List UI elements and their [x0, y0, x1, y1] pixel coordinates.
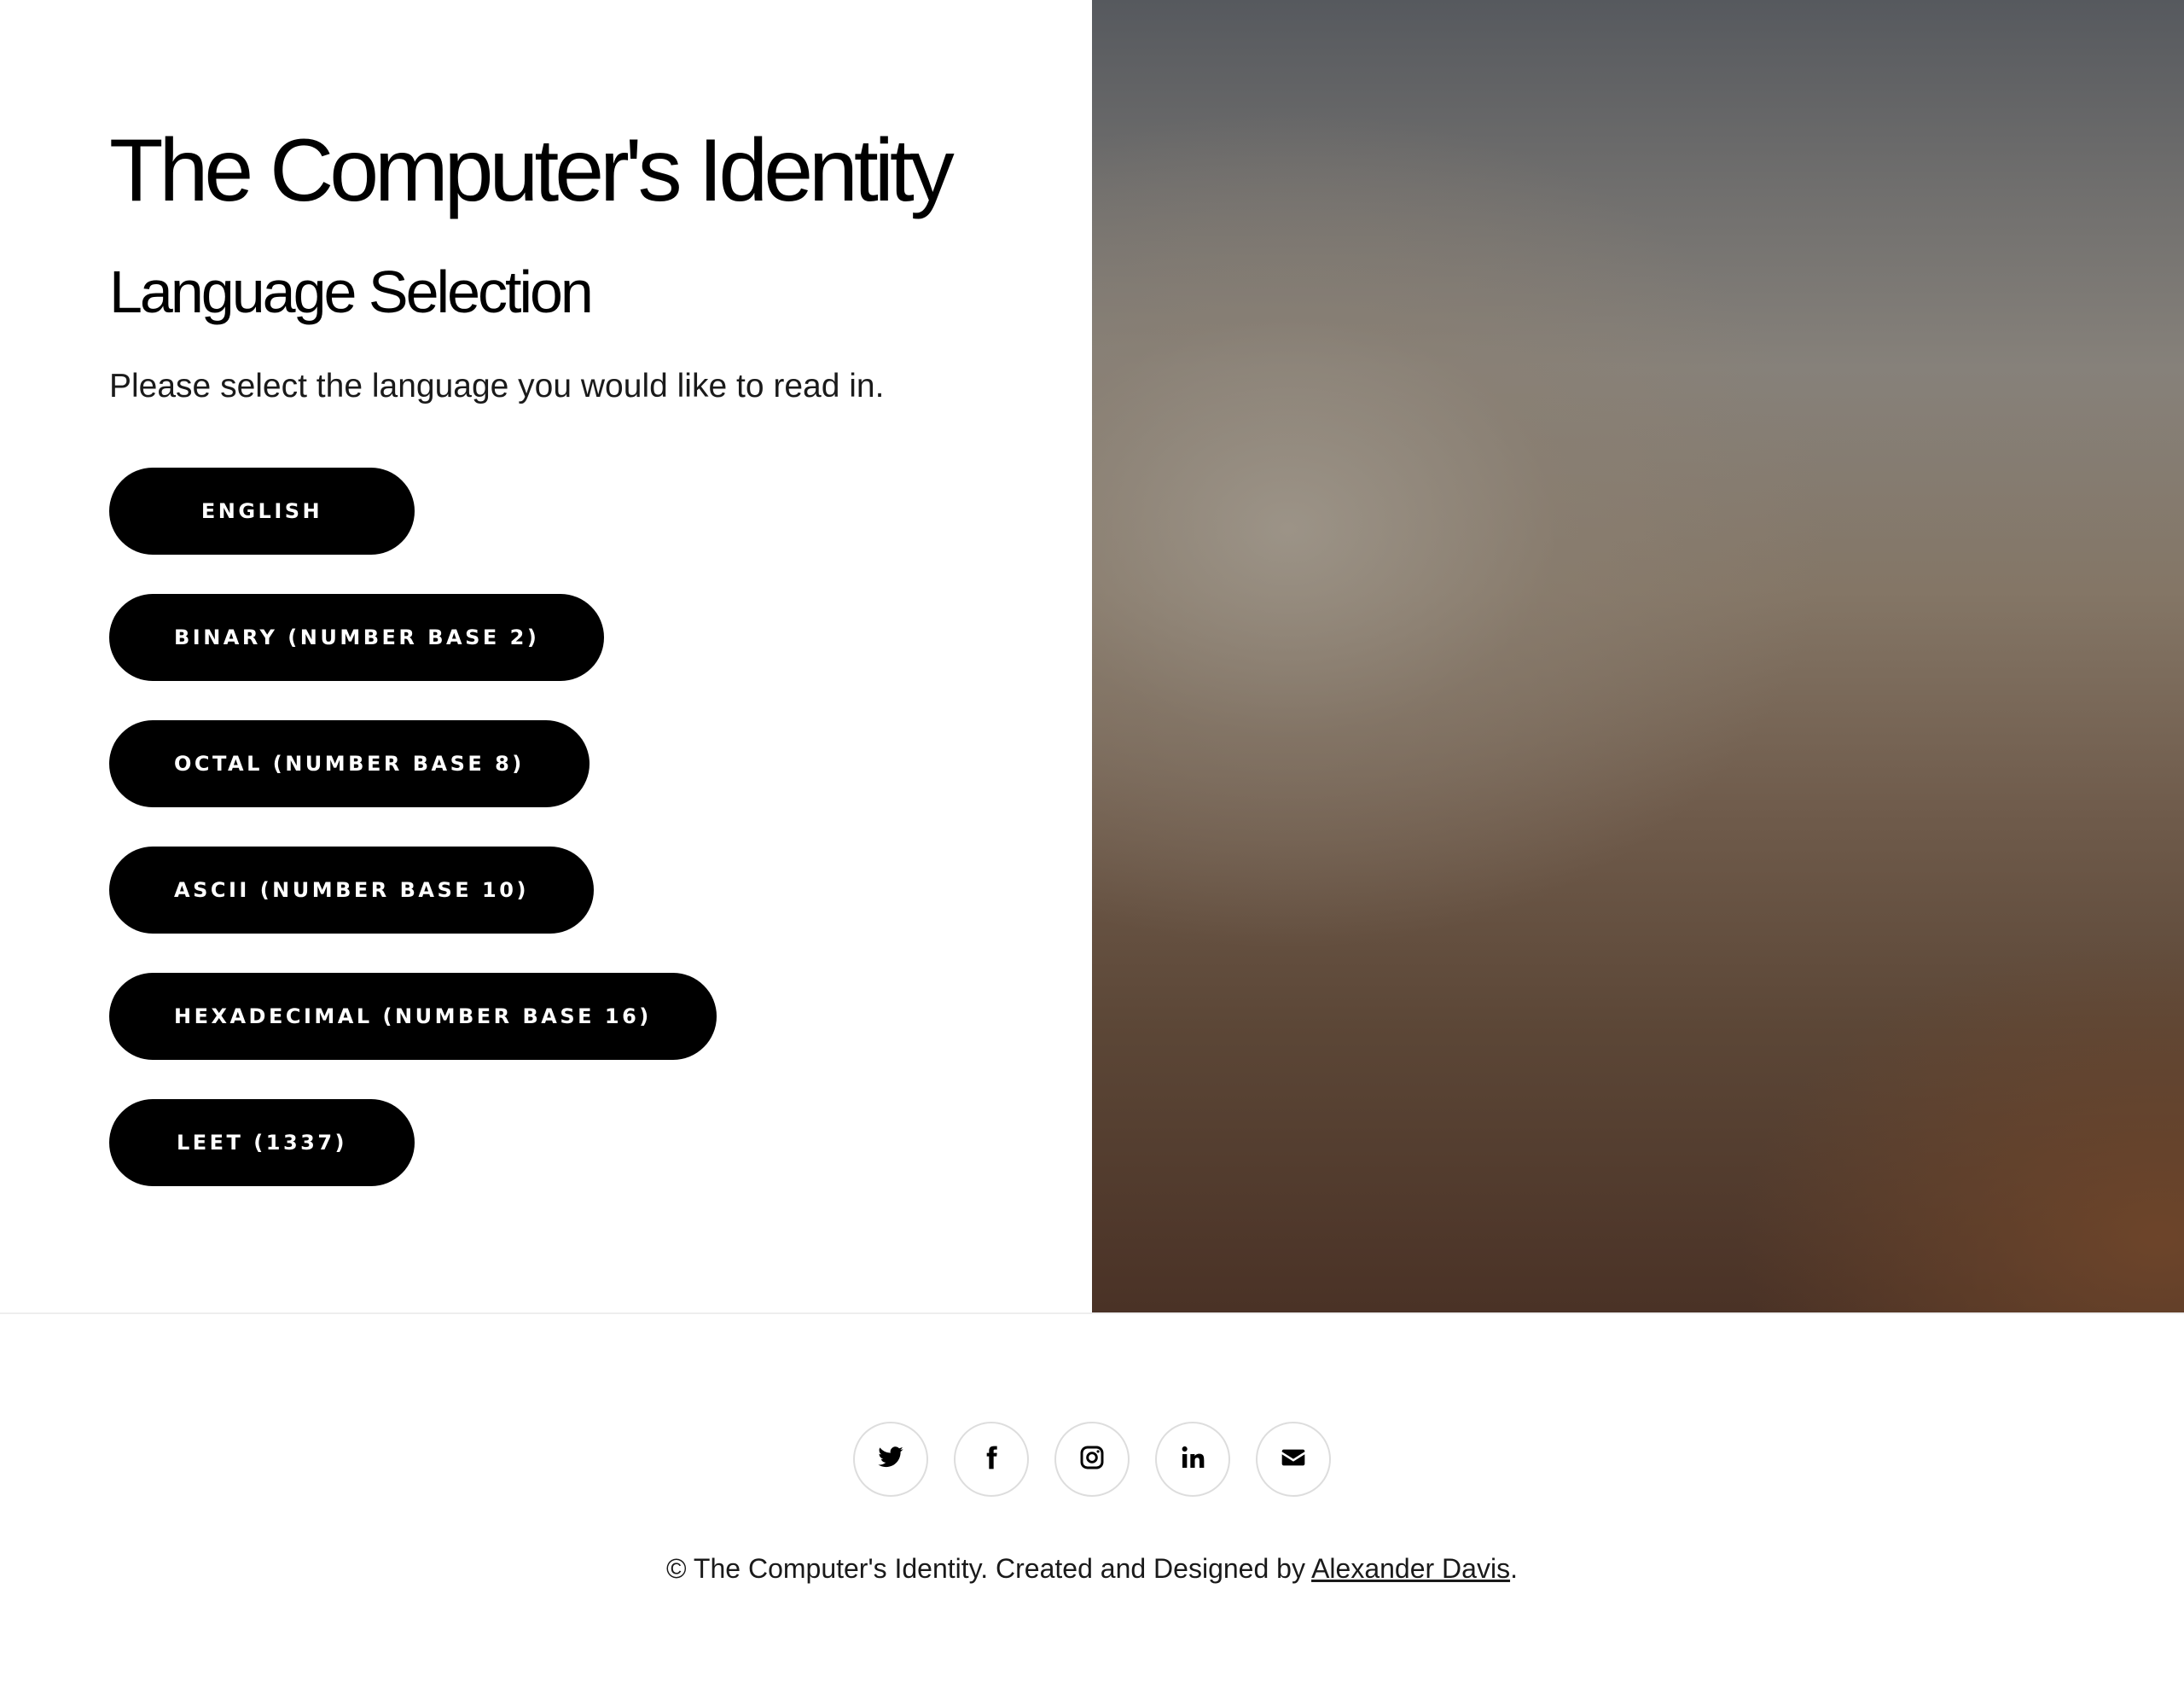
- email-button[interactable]: [1256, 1422, 1331, 1497]
- binary-button[interactable]: BINARY (NUMBER BASE 2): [109, 594, 605, 681]
- instagram-icon: [1078, 1444, 1106, 1475]
- language-list: ENGLISH BINARY (NUMBER BASE 2) OCTAL (NU…: [109, 468, 1092, 1225]
- english-button[interactable]: ENGLISH: [109, 468, 415, 555]
- author-link[interactable]: Alexander Davis: [1311, 1553, 1510, 1584]
- facebook-icon: [978, 1444, 1005, 1475]
- linkedin-button[interactable]: [1155, 1422, 1230, 1497]
- language-panel: The Computer's Identity Language Selecti…: [0, 0, 1092, 1312]
- hero-section: The Computer's Identity Language Selecti…: [0, 0, 2184, 1312]
- copyright-prefix: © The Computer's Identity. Created and D…: [666, 1553, 1312, 1584]
- facebook-button[interactable]: [954, 1422, 1029, 1497]
- site-title: The Computer's Identity: [109, 121, 955, 220]
- twitter-button[interactable]: [853, 1422, 928, 1497]
- section-title: Language Selection: [109, 259, 594, 325]
- hexadecimal-button[interactable]: HEXADECIMAL (NUMBER BASE 16): [109, 973, 717, 1060]
- linkedin-icon: [1179, 1444, 1206, 1475]
- intro-text: Please select the language you would lik…: [109, 368, 885, 404]
- hero-image: [1092, 0, 2184, 1312]
- ascii-button[interactable]: ASCII (NUMBER BASE 10): [109, 847, 594, 934]
- octal-button[interactable]: OCTAL (NUMBER BASE 8): [109, 720, 590, 807]
- leet-button[interactable]: LEET (1337): [109, 1099, 415, 1186]
- copyright-text: © The Computer's Identity. Created and D…: [0, 1553, 2184, 1585]
- twitter-icon: [877, 1444, 904, 1475]
- envelope-icon: [1280, 1444, 1307, 1475]
- footer: © The Computer's Identity. Created and D…: [0, 1314, 2184, 1705]
- social-links: [0, 1422, 2184, 1497]
- copyright-suffix: .: [1510, 1553, 1518, 1584]
- instagram-button[interactable]: [1054, 1422, 1130, 1497]
